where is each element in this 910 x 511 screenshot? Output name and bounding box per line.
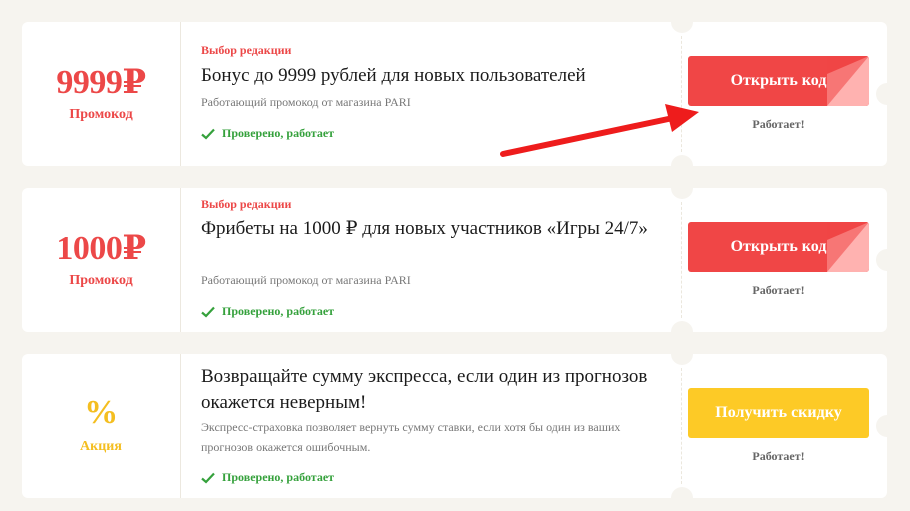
- verified-text: Проверено, работает: [222, 126, 335, 140]
- offer-type-label: Промокод: [69, 273, 133, 288]
- works-status: Работает!: [752, 283, 805, 297]
- offer-card: % Акция Возвращайте сумму экспресса, есл…: [22, 343, 898, 509]
- offer-title: Возвращайте сумму экспресса, если один и…: [201, 366, 648, 413]
- check-icon: [201, 128, 215, 140]
- works-status: Работает!: [752, 449, 805, 463]
- offer-amount-column: 9999₽ Промокод: [22, 22, 181, 166]
- card-notch: [671, 321, 693, 343]
- offer-title: Бонус до 9999 рублей для новых пользоват…: [201, 65, 586, 86]
- check-icon: [201, 306, 215, 318]
- card-divider: [681, 202, 682, 318]
- open-code-button-label: Открыть код: [730, 238, 827, 255]
- offer-info: Выбор редакции Фрибеты на 1000 ₽ для нов…: [201, 188, 651, 332]
- card-notch: [671, 343, 693, 365]
- verified-status: Проверено, работает: [201, 126, 334, 141]
- offer-description: Работающий промокод от магазина PARI: [201, 273, 411, 287]
- offer-card: 1000₽ Промокод Выбор редакции Фрибеты на…: [22, 177, 898, 343]
- open-code-button[interactable]: Открыть код: [688, 56, 869, 106]
- card-notch: [671, 177, 693, 199]
- offer-amount: %: [84, 394, 118, 431]
- check-icon: [201, 472, 215, 484]
- get-discount-button-label: Получить скидку: [715, 404, 842, 421]
- verified-status: Проверено, работает: [201, 470, 334, 485]
- offer-title: Фрибеты на 1000 ₽ для новых участников «…: [201, 218, 648, 239]
- get-discount-button[interactable]: Получить скидку: [688, 388, 869, 438]
- card-notch: [671, 487, 693, 509]
- offer-amount: 9999₽: [56, 64, 146, 101]
- code-peek-corner: [827, 56, 869, 106]
- offer-description: Экспресс-страховка позволяет вернуть сум…: [201, 420, 621, 454]
- offer-card: 9999₽ Промокод Выбор редакции Бонус до 9…: [22, 11, 898, 177]
- open-code-button-label: Открыть код: [730, 72, 827, 89]
- verified-text: Проверено, работает: [222, 470, 335, 484]
- offer-type-label: Акция: [80, 439, 122, 454]
- works-status: Работает!: [752, 117, 805, 131]
- card-side-notch: [876, 249, 898, 271]
- open-code-button[interactable]: Открыть код: [688, 222, 869, 272]
- offer-amount: 1000₽: [56, 230, 146, 267]
- verified-status: Проверено, работает: [201, 304, 334, 319]
- offer-amount-column: 1000₽ Промокод: [22, 188, 181, 332]
- editor-choice-badge: Выбор редакции: [201, 197, 292, 211]
- card-notch: [671, 11, 693, 33]
- card-side-notch: [876, 415, 898, 437]
- card-side-notch: [876, 83, 898, 105]
- verified-text: Проверено, работает: [222, 304, 335, 318]
- offer-info: Возвращайте сумму экспресса, если один и…: [201, 354, 651, 498]
- offer-type-label: Промокод: [69, 107, 133, 122]
- offer-amount-column: % Акция: [22, 354, 181, 498]
- card-divider: [681, 368, 682, 484]
- red-arrow-icon: [500, 104, 699, 157]
- code-peek-corner: [827, 222, 869, 272]
- editor-choice-badge: Выбор редакции: [201, 43, 292, 57]
